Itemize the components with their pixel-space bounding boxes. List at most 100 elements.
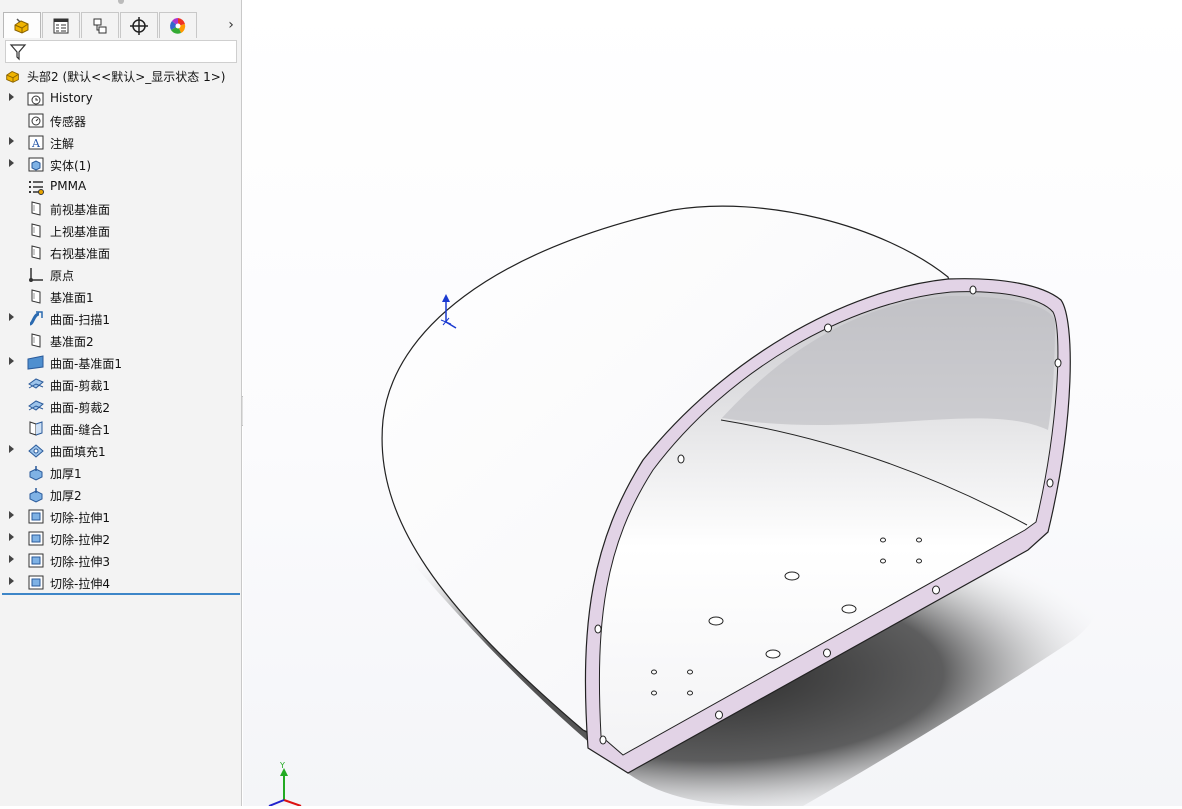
tree-item[interactable]: 曲面-缝合1 xyxy=(0,417,240,439)
tree-item[interactable]: 基准面1 xyxy=(0,285,240,307)
dimxpert-tab[interactable] xyxy=(120,12,158,38)
plane-icon xyxy=(27,222,45,238)
part-feature-icon xyxy=(6,70,19,83)
solid-bodies-icon xyxy=(27,156,45,172)
cut-extrude-icon xyxy=(27,574,45,590)
tree-item[interactable]: 切除-拉伸3 xyxy=(0,549,240,571)
configurationmanager-tab[interactable] xyxy=(81,12,119,38)
graphics-viewport[interactable]: Y xyxy=(243,0,1182,807)
part-root-label: 头部2 (默认<<默认>_显示状态 1>) xyxy=(27,69,226,84)
plane-icon xyxy=(27,288,45,304)
manager-tab-bar: › xyxy=(0,10,242,38)
propertymanager-tab[interactable] xyxy=(42,12,80,38)
tree-item-label: 实体(1) xyxy=(50,159,91,173)
rollback-bar[interactable] xyxy=(2,593,240,595)
color-wheel-icon xyxy=(170,17,186,34)
expand-arrow-icon[interactable] xyxy=(9,577,14,585)
tree-item-label: 曲面-基准面1 xyxy=(50,357,122,371)
tree-filter-input[interactable] xyxy=(5,40,237,63)
tree-item[interactable]: 曲面填充1 xyxy=(0,439,240,461)
tree-item-label: 切除-拉伸2 xyxy=(50,533,110,547)
panel-grip[interactable] xyxy=(118,0,124,4)
tree-item-label: 曲面-剪裁2 xyxy=(50,401,110,415)
svg-text:A: A xyxy=(31,137,41,150)
tree-item-label: 切除-拉伸4 xyxy=(50,577,110,591)
triad-y-label: Y xyxy=(279,761,285,770)
part-feature-icon xyxy=(14,17,29,34)
tree-item[interactable]: 曲面-剪裁2 xyxy=(0,395,240,417)
tree-item-label: 基准面2 xyxy=(50,335,94,349)
filter-icon xyxy=(9,44,27,61)
tree-item-label: 右视基准面 xyxy=(50,247,111,261)
tree-item[interactable]: 右视基准面 xyxy=(0,241,240,263)
planar-surface-icon xyxy=(27,354,45,370)
tree-item-label: 曲面-缝合1 xyxy=(50,423,110,437)
tree-item[interactable]: 原点 xyxy=(0,263,240,285)
tree-item[interactable]: A 注解 xyxy=(0,131,240,153)
annotation-icon: A xyxy=(27,134,45,150)
expand-arrow-icon[interactable] xyxy=(9,159,14,167)
tree-item[interactable]: 前视基准面 xyxy=(0,197,240,219)
cut-extrude-icon xyxy=(27,530,45,546)
display-manager-tab[interactable] xyxy=(159,12,197,38)
surface-trim-icon xyxy=(27,398,45,414)
plane-icon xyxy=(27,200,45,216)
surface-trim-icon xyxy=(27,376,45,392)
expand-arrow-icon[interactable] xyxy=(9,555,14,563)
surface-fill-icon xyxy=(27,442,45,458)
tree-item[interactable]: 加厚2 xyxy=(0,483,240,505)
tree-item[interactable]: 上视基准面 xyxy=(0,219,240,241)
tree-item-label: 上视基准面 xyxy=(50,225,111,239)
model-view: Y xyxy=(243,0,1182,807)
tree-item[interactable]: 传感器 xyxy=(0,109,240,131)
tree-item[interactable]: PMMA xyxy=(0,175,240,197)
tree-item-label: PMMA xyxy=(50,179,87,193)
tree-item[interactable]: 曲面-扫描1 xyxy=(0,307,240,329)
thicken-icon xyxy=(27,464,45,481)
tree-item-label: 传感器 xyxy=(50,115,87,129)
tab-overflow-button[interactable]: › xyxy=(222,12,240,38)
crosshair-icon xyxy=(130,16,148,35)
property-list-icon xyxy=(53,18,69,33)
tree-item-label: 基准面1 xyxy=(50,291,94,305)
tree-item-label: 前视基准面 xyxy=(50,203,111,217)
plane-icon xyxy=(27,244,45,260)
expand-arrow-icon[interactable] xyxy=(9,533,14,541)
tree-item[interactable]: 实体(1) xyxy=(0,153,240,175)
tree-item[interactable]: 基准面2 xyxy=(0,329,240,351)
configuration-icon xyxy=(93,18,107,33)
tree-item[interactable]: 切除-拉伸1 xyxy=(0,505,240,527)
cut-extrude-icon xyxy=(27,508,45,524)
sensor-icon xyxy=(27,112,45,128)
expand-arrow-icon[interactable] xyxy=(9,313,14,321)
tree-item[interactable]: 切除-拉伸4 xyxy=(0,571,240,593)
tree-item[interactable]: History xyxy=(0,87,240,109)
thicken-icon xyxy=(27,486,45,503)
tree-item[interactable]: 曲面-剪裁1 xyxy=(0,373,240,395)
tree-item-label: 原点 xyxy=(50,269,75,283)
tree-item-label: 切除-拉伸3 xyxy=(50,555,110,569)
tree-item-label: 加厚2 xyxy=(50,489,82,503)
expand-arrow-icon[interactable] xyxy=(9,357,14,365)
tree-item-label: 曲面-扫描1 xyxy=(50,313,110,327)
origin-icon xyxy=(27,266,45,282)
tree-item-label: 曲面-剪裁1 xyxy=(50,379,110,393)
expand-arrow-icon[interactable] xyxy=(9,511,14,519)
expand-arrow-icon[interactable] xyxy=(9,93,14,101)
tree-item-label: 切除-拉伸1 xyxy=(50,511,110,525)
tree-item-label: 加厚1 xyxy=(50,467,82,481)
tree-item[interactable]: 曲面-基准面1 xyxy=(0,351,240,373)
surface-sweep-icon xyxy=(27,310,45,326)
tree-item[interactable]: 切除-拉伸2 xyxy=(0,527,240,549)
surface-knit-icon xyxy=(27,420,45,436)
history-folder-icon xyxy=(27,90,45,106)
part-root-node[interactable]: 头部2 (默认<<默认>_显示状态 1>) xyxy=(4,66,225,86)
tree-item[interactable]: 加厚1 xyxy=(0,461,240,483)
expand-arrow-icon[interactable] xyxy=(9,137,14,145)
plane-icon xyxy=(27,332,45,348)
featuremanager-tab[interactable] xyxy=(3,12,41,38)
material-icon xyxy=(27,178,45,195)
cut-extrude-icon xyxy=(27,552,45,568)
expand-arrow-icon[interactable] xyxy=(9,445,14,453)
tree-item-label: History xyxy=(50,91,93,105)
